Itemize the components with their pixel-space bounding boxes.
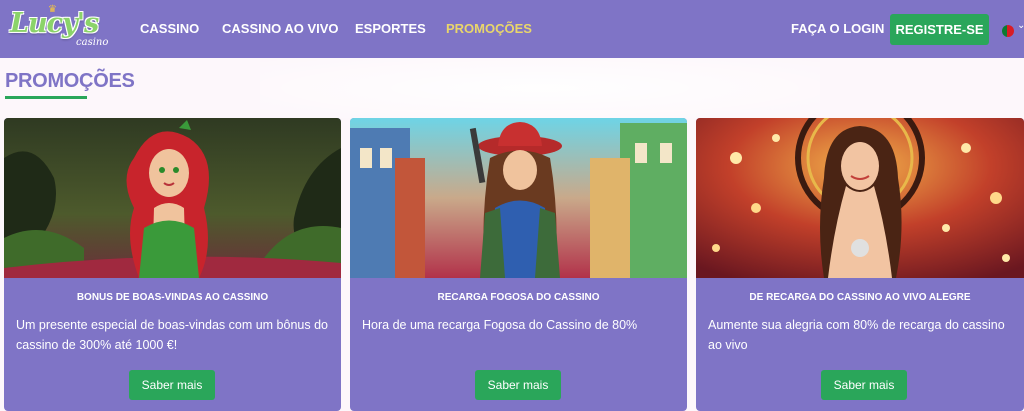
logo-subtext: casino [76,37,109,48]
nav-cassino-ao-vivo[interactable]: CASSINO AO VIVO [222,21,339,36]
promo-card-recarga-fogosa: RECARGA FOGOSA DO CASSINO Hora de uma re… [350,118,687,411]
chevron-down-icon[interactable]: ⌄ [1017,20,1024,31]
logo-text: Lucy's [10,8,99,39]
page-title: PROMOÇÕES [5,70,135,92]
nav-esportes[interactable]: ESPORTES [355,21,426,36]
promo-card-ao-vivo-alegre: DE RECARGA DO CASSINO AO VIVO ALEGRE Aum… [696,118,1024,411]
portugal-flag-icon[interactable] [1002,25,1014,37]
card-description: Um presente especial de boas-vindas com … [16,318,328,352]
nav-cassino[interactable]: CASSINO [140,21,199,36]
saber-mais-button[interactable]: Saber mais [821,370,907,400]
title-underline [5,96,87,99]
background-glow [260,58,820,118]
live-dealer-roulette-photo [696,118,1024,278]
cowgirl-western-town-illustration [350,118,687,278]
jungle-siren-illustration [4,118,341,278]
card-description: Hora de uma recarga Fogosa do Cassino de… [362,318,638,332]
card-title: RECARGA FOGOSA DO CASSINO [437,292,600,303]
saber-mais-button[interactable]: Saber mais [475,370,561,400]
login-link[interactable]: FAÇA O LOGIN [791,21,884,36]
card-description: Aumente sua alegria com 80% de recarga d… [708,318,1005,352]
card-title: DE RECARGA DO CASSINO AO VIVO ALEGRE [749,292,971,303]
promo-card-welcome: BONUS DE BOAS-VINDAS AO CASSINO Um prese… [4,118,341,411]
saber-mais-button[interactable]: Saber mais [129,370,215,400]
register-button[interactable]: REGISTRE-SE [890,14,989,45]
casino-logo[interactable]: ♛ Lucy's casino [8,4,118,52]
top-navbar: ♛ Lucy's casino CASSINO CASSINO AO VIVO … [0,0,1024,58]
nav-promocoes[interactable]: PROMOÇÕES [446,21,532,36]
card-title: BONUS DE BOAS-VINDAS AO CASSINO [76,292,269,303]
